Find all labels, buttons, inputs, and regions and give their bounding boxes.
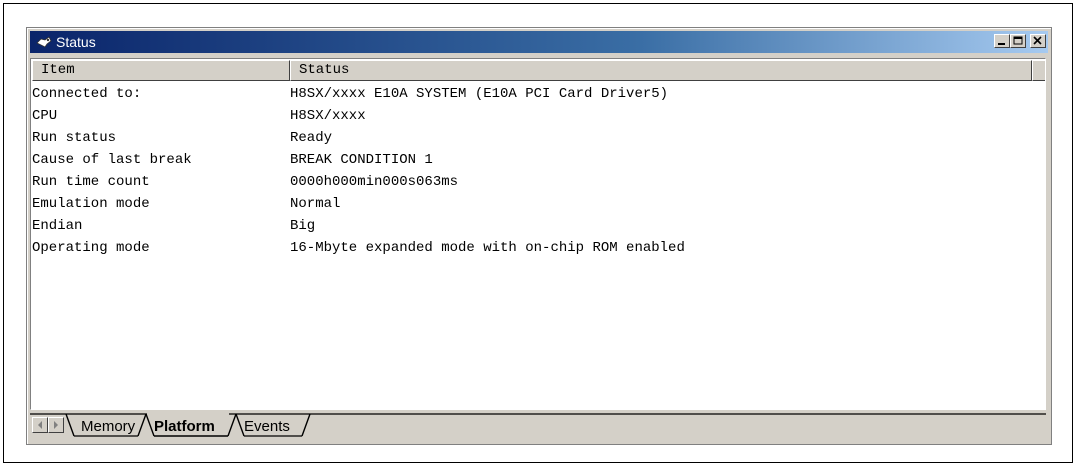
row-item: CPU	[32, 108, 58, 124]
row-status: 0000h000min000s063ms	[290, 174, 459, 190]
row-status: H8SX/xxxx E10A SYSTEM (E10A PCI Card Dri…	[290, 86, 669, 102]
column-header-status[interactable]: Status	[290, 60, 1032, 81]
row-item: Connected to:	[32, 86, 142, 102]
title-bar[interactable]: Status	[30, 31, 1048, 53]
maximize-button[interactable]	[1010, 34, 1026, 48]
row-status: BREAK CONDITION 1	[290, 152, 433, 168]
row-item: Run time count	[32, 174, 150, 190]
maximize-icon	[1013, 36, 1023, 45]
row-status: 16-Mbyte expanded mode with on-chip ROM …	[290, 240, 685, 256]
row-item: Endian	[32, 218, 83, 234]
window-title: Status	[56, 34, 96, 50]
minimize-icon	[998, 43, 1005, 45]
tab-memory[interactable]: Memory	[81, 418, 135, 436]
tab-events[interactable]: Events	[244, 418, 290, 436]
row-status: Big	[290, 218, 316, 234]
minimize-button[interactable]	[994, 34, 1010, 48]
column-header-item[interactable]: Item	[32, 60, 290, 81]
row-item: Run status	[32, 130, 117, 146]
tab-platform[interactable]: Platform	[154, 418, 215, 436]
row-status: H8SX/xxxx	[290, 108, 366, 124]
tab-bar: Memory Platform Events	[30, 413, 1046, 439]
close-button[interactable]	[1030, 34, 1046, 48]
row-item: Emulation mode	[32, 196, 150, 212]
status-window: Status Item Status Connected to: H8SX/xx…	[26, 27, 1052, 445]
row-item: Cause of last break	[32, 152, 192, 168]
status-window-icon	[36, 35, 52, 49]
row-item: Operating mode	[32, 240, 150, 256]
close-icon	[1033, 36, 1042, 45]
row-status: Ready	[290, 130, 333, 146]
status-list[interactable]: Item Status Connected to: H8SX/xxxx E10A…	[30, 58, 1046, 410]
column-header-filler	[1032, 60, 1045, 81]
row-status: Normal	[290, 196, 341, 212]
